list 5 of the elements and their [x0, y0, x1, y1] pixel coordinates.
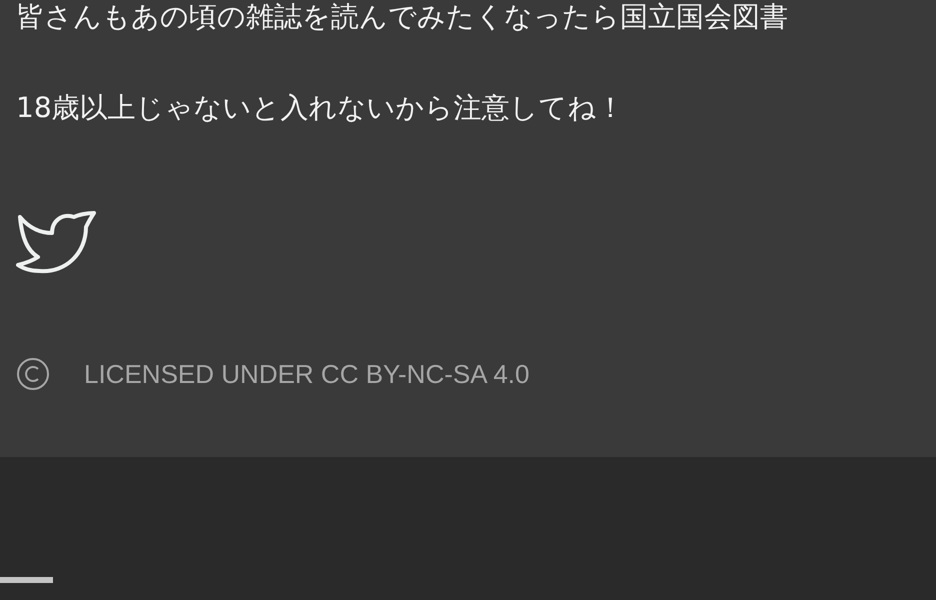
license-text: LICENSED UNDER CC BY-NC-SA 4.0: [84, 358, 530, 390]
copyright-icon: [16, 357, 50, 391]
paragraph: 18歳以上じゃないと入れないから注意してね！: [16, 91, 626, 125]
bird-icon[interactable]: [16, 211, 96, 275]
paragraph: 皆さんもあの頃の雑誌を読んでみたくなったら国立国会図書: [16, 0, 789, 34]
